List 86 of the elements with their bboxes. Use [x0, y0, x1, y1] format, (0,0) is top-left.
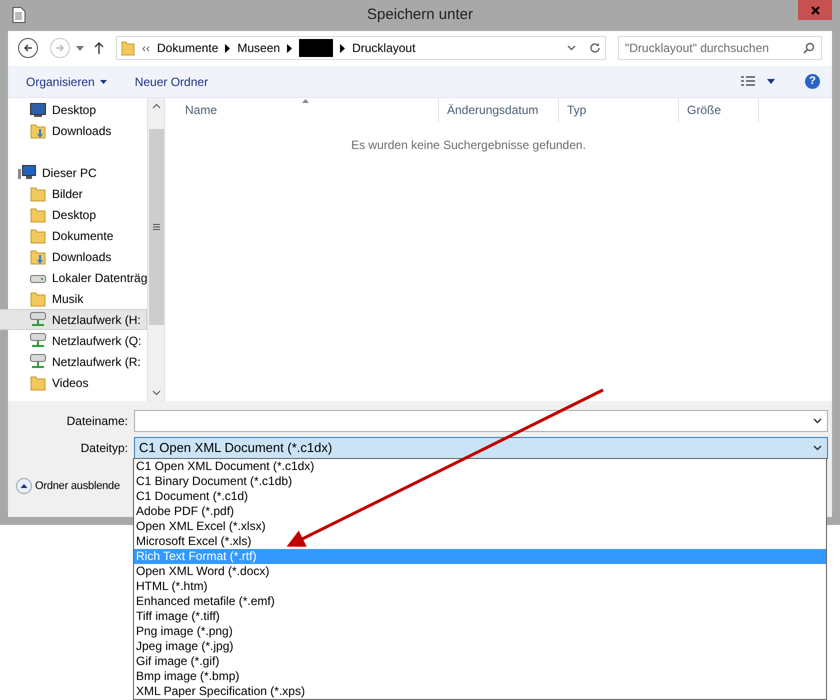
sidebar-item[interactable]: Downloads [0, 120, 147, 141]
file-type-select[interactable]: C1 Open XML Document (*.c1dx) [134, 437, 828, 459]
redaction-block [299, 39, 334, 57]
sidebar-item[interactable]: Lokaler Datenträg [0, 267, 147, 288]
view-list-icon[interactable] [741, 76, 755, 87]
organize-menu[interactable]: Organisieren [20, 70, 113, 94]
grip-icon [152, 224, 160, 230]
computer-icon [18, 165, 36, 180]
dropdown-option[interactable]: C1 Binary Document (*.c1db) [134, 474, 826, 489]
close-icon [810, 6, 820, 14]
dropdown-option[interactable]: Bmp image (*.bmp) [134, 669, 826, 684]
back-arrow-icon [23, 44, 33, 52]
sidebar-item[interactable]: Downloads [0, 246, 147, 267]
dropdown-option[interactable]: Open XML Excel (*.xlsx) [134, 519, 826, 534]
document-icon [12, 7, 26, 23]
file-type-label: Dateityp: [80, 440, 129, 457]
sidebar-item[interactable]: Dokumente [0, 225, 147, 246]
sidebar-item[interactable]: Dieser PC [0, 162, 147, 183]
breadcrumb-arrow-icon[interactable] [287, 44, 292, 52]
dropdown-option[interactable]: Enhanced metafile (*.emf) [134, 594, 826, 609]
dropdown-option[interactable]: Jpeg image (*.jpg) [134, 639, 826, 654]
forward-arrow-icon [55, 44, 65, 52]
column-header[interactable]: Name [165, 98, 439, 122]
sidebar-item[interactable]: Bilder [0, 183, 147, 204]
caret-icon [100, 80, 107, 84]
chevron-down-icon [813, 418, 822, 424]
breadcrumb-item[interactable]: Drucklayout [352, 39, 416, 57]
folder-icon [30, 206, 46, 222]
dropdown-option[interactable]: Gif image (*.gif) [134, 654, 826, 669]
breadcrumb-item[interactable]: Museen [237, 39, 280, 57]
file-name-field[interactable] [134, 410, 828, 432]
dropdown-option[interactable]: C1 Document (*.c1d) [134, 489, 826, 504]
collapse-up-icon[interactable] [16, 478, 32, 494]
sidebar-item[interactable]: Netzlaufwerk (R: [0, 351, 147, 372]
monitor-icon [30, 102, 46, 116]
overflow-chevron[interactable]: ‹‹ [142, 39, 150, 57]
window-title: Speichern unter [367, 5, 473, 26]
network-drive-icon [30, 312, 46, 327]
dropdown-option[interactable]: HTML (*.htm) [134, 579, 826, 594]
scrollbar[interactable] [147, 98, 164, 401]
folder-icon [30, 228, 46, 244]
breadcrumb-arrow-icon[interactable] [225, 44, 230, 52]
column-header[interactable]: Größe [679, 98, 759, 122]
folder-icon [30, 290, 46, 306]
breadcrumb-item[interactable]: Dokumente [157, 39, 218, 57]
folder-icon [121, 40, 135, 56]
download-folder-icon [30, 122, 46, 138]
sidebar-item[interactable]: Desktop [0, 99, 147, 120]
search-field[interactable]: "Drucklayout" durchsuchen [618, 36, 822, 60]
help-button[interactable]: ? [805, 74, 820, 89]
dropdown-option[interactable]: Adobe PDF (*.pdf) [134, 504, 826, 519]
back-button[interactable] [18, 38, 38, 58]
chevron-down-icon [813, 445, 822, 451]
download-folder-icon [30, 248, 46, 264]
dropdown-option[interactable]: Open XML Word (*.docx) [134, 564, 826, 579]
column-header[interactable]: Änderungsdatum [439, 98, 559, 122]
refresh-icon[interactable] [589, 42, 601, 54]
dropdown-option[interactable]: XML Paper Specification (*.xps) [134, 684, 826, 699]
sidebar-item[interactable]: Netzlaufwerk (Q: [0, 330, 147, 351]
dropdown-option[interactable]: Png image (*.png) [134, 624, 826, 639]
network-drive-icon [30, 354, 46, 369]
caret-icon[interactable] [767, 79, 775, 84]
empty-message: Es wurden keine Suchergebnisse gefunden. [350, 137, 587, 154]
new-folder-button[interactable]: Neuer Ordner [128, 70, 214, 94]
hide-folders-link[interactable]: Ordner ausblende [35, 478, 120, 494]
sidebar-item[interactable]: Netzlaufwerk (H: [0, 309, 147, 330]
sidebar-item[interactable]: Videos [0, 372, 147, 393]
folder-icon [30, 374, 46, 390]
dropdown-option[interactable]: Tiff image (*.tiff) [134, 609, 826, 624]
dropdown-option[interactable]: Microsoft Excel (*.xls) [134, 534, 826, 549]
dropdown-option[interactable]: C1 Open XML Document (*.c1dx) [134, 459, 826, 474]
folder-icon [30, 186, 46, 202]
search-icon [803, 42, 815, 54]
file-name-label: Dateiname: [66, 413, 129, 430]
sidebar-item[interactable]: Musik [0, 288, 147, 309]
dropdown-caret-icon[interactable] [76, 46, 84, 50]
network-drive-icon [30, 333, 46, 348]
up-arrow-icon[interactable] [94, 42, 104, 54]
close-button[interactable] [798, 0, 832, 20]
breadcrumb-arrow-icon[interactable] [340, 44, 346, 52]
sort-arrow-icon [302, 99, 308, 103]
address-bar[interactable]: ‹‹ Dokumente Museen Drucklayout [116, 36, 606, 60]
chevron-down-icon[interactable] [567, 45, 576, 51]
column-header[interactable]: Typ [559, 98, 679, 122]
scrollbar-thumb[interactable] [148, 129, 164, 325]
sidebar-item[interactable]: Desktop [0, 204, 147, 225]
